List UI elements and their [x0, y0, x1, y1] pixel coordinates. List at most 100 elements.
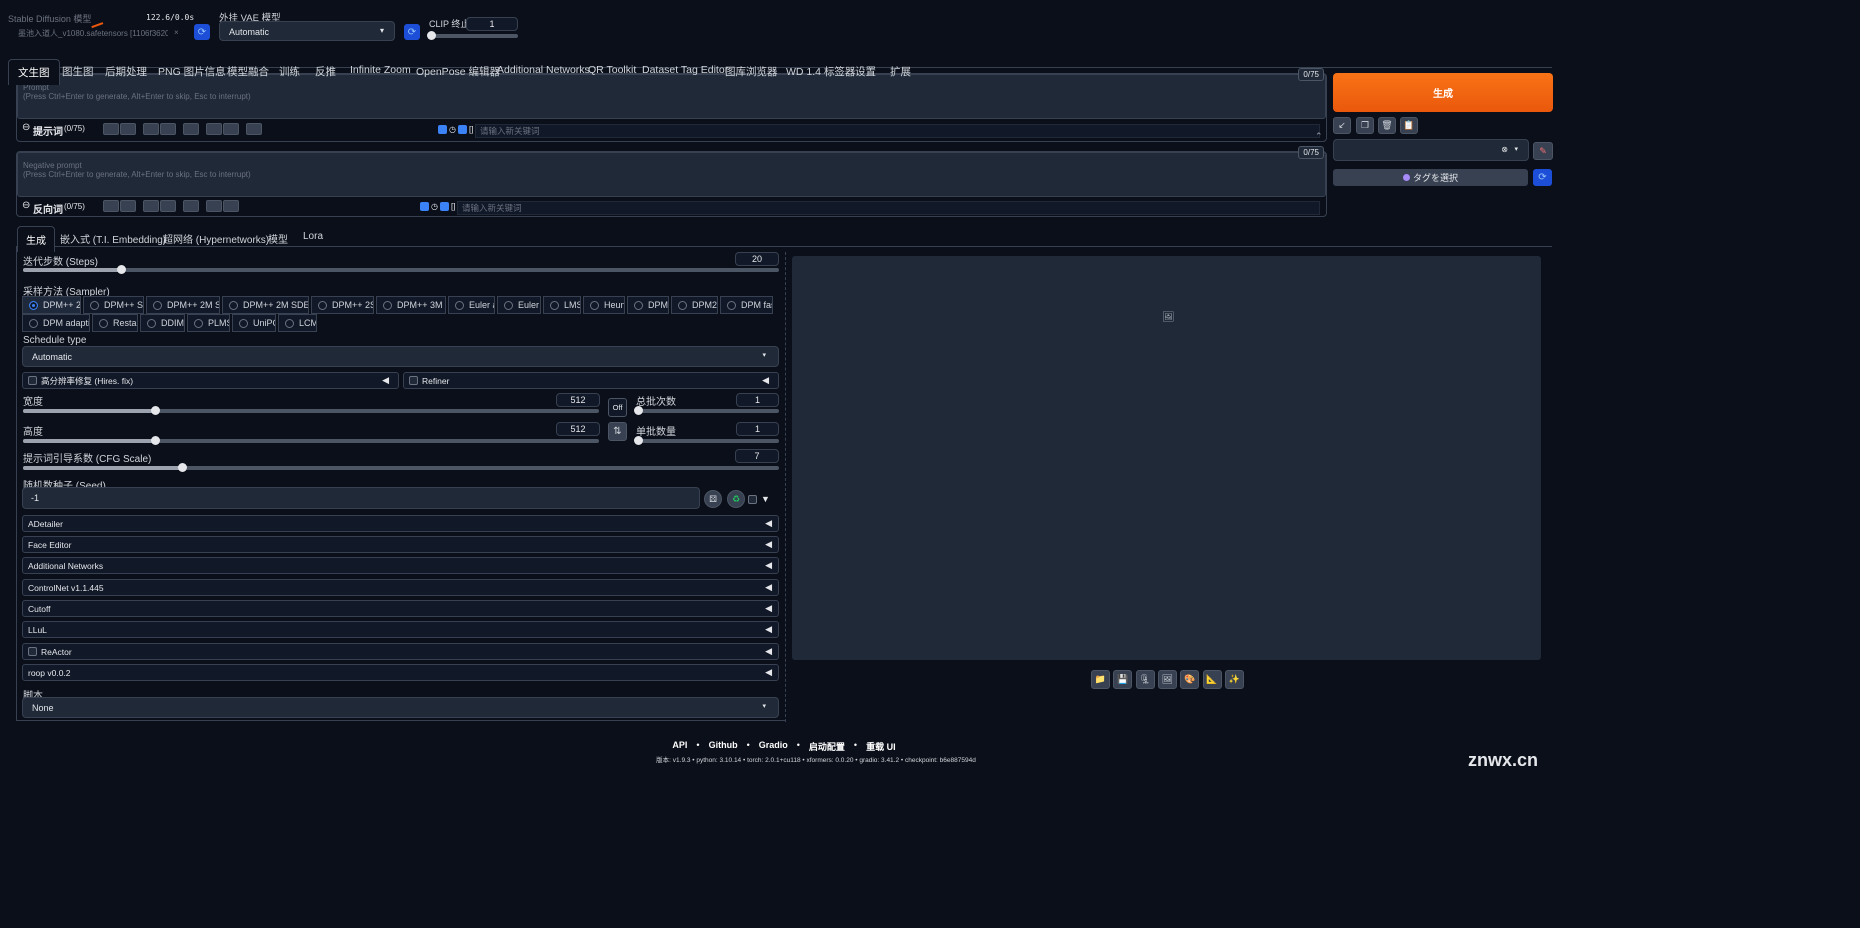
enable-checkbox[interactable] — [438, 125, 447, 134]
generate-button[interactable]: 生成 — [1333, 73, 1553, 112]
hires-checkbox[interactable] — [28, 376, 37, 385]
expand-icon[interactable]: ⌃ — [1315, 131, 1323, 142]
refresh-icon[interactable] — [206, 200, 222, 212]
seed-input[interactable]: -1 — [22, 487, 700, 509]
negative-input[interactable]: Negative prompt (Press Ctrl+Enter to gen… — [17, 152, 1326, 197]
prompt-keyword-input[interactable]: 请输入新关键词 — [475, 124, 1320, 138]
width-slider[interactable] — [23, 406, 599, 415]
sampler-option[interactable]: DPM++ 2M SDE — [146, 296, 220, 314]
height-slider[interactable] — [23, 436, 599, 445]
tab-6[interactable]: 训练 — [279, 64, 300, 79]
img2img-icon[interactable]: 🖼 — [1157, 670, 1177, 689]
prompt-input[interactable]: Prompt (Press Ctrl+Enter to generate, Al… — [17, 74, 1326, 119]
clear-icon[interactable]: ⊗ — [1501, 145, 1508, 154]
sampler-option[interactable]: DPM++ 2S a — [311, 296, 374, 314]
hires-accordion[interactable]: 高分辨率修复 (Hires. fix) ◀ — [22, 372, 399, 389]
swap-off-button[interactable]: Off — [608, 398, 627, 417]
tab-5[interactable]: 模型融合 — [227, 64, 269, 79]
trash-icon[interactable] — [223, 123, 239, 135]
brush-icon[interactable]: ✎ — [1533, 142, 1553, 160]
sampler-option[interactable]: Restart — [92, 314, 138, 332]
script-select[interactable]: None ▾ — [22, 697, 779, 718]
doc-icon[interactable] — [143, 123, 159, 135]
footer-link[interactable]: 启动配置 — [809, 740, 845, 753]
steps-slider[interactable] — [23, 265, 779, 274]
tab-4[interactable]: PNG 图片信息 — [158, 64, 226, 79]
refresh-tags-button[interactable]: ⟳ — [1533, 169, 1552, 186]
inpaint-icon[interactable]: 🎨 — [1180, 670, 1200, 689]
accordion-adetailer[interactable]: ADetailer ◀ — [22, 515, 779, 532]
tab-1[interactable]: 文生图 — [8, 59, 60, 85]
schedule-select[interactable]: Automatic ▾ — [22, 346, 779, 367]
translate-checkbox[interactable] — [439, 202, 449, 211]
subtab-1[interactable]: 生成 — [17, 226, 55, 252]
cfg-slider[interactable] — [23, 463, 779, 472]
doc-icon[interactable] — [143, 200, 159, 212]
vae-select[interactable]: Automatic ▾ — [219, 21, 395, 41]
zip-icon[interactable]: 🗜 — [1135, 670, 1155, 689]
clipboard-icon[interactable]: 📋 — [1400, 117, 1418, 134]
tab-15[interactable]: 设置 — [855, 64, 876, 79]
sampler-option[interactable]: UniPC — [232, 314, 276, 332]
sampler-option[interactable]: DPM++ 2M SDE Heun — [222, 296, 309, 314]
folder-icon[interactable]: 📁 — [1091, 670, 1110, 689]
random-seed-button[interactable]: ⚄ — [704, 490, 722, 508]
sampler-option[interactable]: DPM2 — [627, 296, 669, 314]
clip-input[interactable]: 1 — [466, 17, 518, 31]
accordion-cutoff[interactable]: Cutoff ◀ — [22, 600, 779, 617]
batch-size-input[interactable]: 1 — [736, 422, 779, 436]
steps-input[interactable]: 20 — [735, 252, 779, 266]
accordion-reactor[interactable]: ReActor ◀ — [22, 643, 779, 660]
refresh-icon[interactable] — [206, 123, 222, 135]
accordion-additional-networks[interactable]: Additional Networks ◀ — [22, 557, 779, 574]
width-input[interactable]: 512 — [556, 393, 600, 407]
extra-seed-toggle[interactable]: ▼ — [761, 494, 770, 504]
globe-icon[interactable] — [103, 123, 119, 135]
refiner-accordion[interactable]: Refiner ◀ — [403, 372, 779, 389]
cfg-input[interactable]: 7 — [735, 449, 779, 463]
sampler-option[interactable]: DDIM — [140, 314, 185, 332]
translate-checkbox[interactable] — [457, 125, 467, 134]
refiner-checkbox[interactable] — [409, 376, 418, 385]
tag-select-button[interactable]: タグを選択 — [1333, 169, 1528, 186]
copy-icon[interactable]: ❐ — [1356, 117, 1374, 134]
footer-link[interactable]: 重载 UI — [866, 740, 896, 753]
close-icon[interactable]: × — [174, 28, 179, 37]
subtab-2[interactable]: 嵌入式 (T.I. Embedding) — [60, 231, 166, 246]
batch-size-slider[interactable] — [634, 436, 779, 445]
sampler-option[interactable]: Euler a — [448, 296, 495, 314]
footer-link[interactable]: API — [672, 740, 687, 753]
sampler-option[interactable]: DPM2 a — [671, 296, 718, 314]
sampler-option[interactable]: DPM++ 3M SDE — [376, 296, 446, 314]
collapse-icon[interactable]: ⊖ — [22, 122, 30, 133]
sampler-option[interactable]: DPM fast — [720, 296, 773, 314]
refresh-model-button[interactable]: ⟳ — [194, 24, 210, 40]
batch-count-slider[interactable] — [634, 406, 779, 415]
tab-3[interactable]: 后期处理 — [105, 64, 147, 79]
tab-12[interactable]: Dataset Tag Editor — [642, 64, 728, 76]
footer-link[interactable]: Github — [709, 740, 738, 753]
tab-16[interactable]: 扩展 — [890, 64, 911, 79]
sampler-option[interactable]: DPM++ 2M — [22, 296, 81, 314]
sampler-option[interactable]: DPM++ SDE — [83, 296, 144, 314]
extra-seed-checkbox[interactable] — [748, 495, 757, 507]
tab-14[interactable]: WD 1.4 标签器 — [786, 64, 855, 79]
accordion-roop-v0-0-2[interactable]: roop v0.0.2 ◀ — [22, 664, 779, 681]
image-icon[interactable] — [183, 123, 199, 135]
enable-checkbox[interactable] — [420, 202, 429, 211]
collapse-icon[interactable]: ⊖ — [22, 200, 30, 211]
upload-icon[interactable] — [160, 123, 176, 135]
height-input[interactable]: 512 — [556, 422, 600, 436]
batch-count-input[interactable]: 1 — [736, 393, 779, 407]
upload-icon[interactable] — [160, 200, 176, 212]
reuse-seed-button[interactable]: ♻ — [727, 490, 745, 508]
gear-icon[interactable] — [120, 123, 136, 135]
sampler-option[interactable]: DPM adaptive — [22, 314, 90, 332]
subtab-3[interactable]: 超网络 (Hypernetworks) — [163, 231, 269, 246]
globe-icon[interactable] — [103, 200, 119, 212]
trash-icon[interactable] — [223, 200, 239, 212]
subtab-4[interactable]: 模型 — [268, 231, 288, 246]
settings-icon[interactable] — [246, 123, 262, 135]
tab-13[interactable]: 图库浏览器 — [725, 64, 778, 79]
trash-icon[interactable]: 🗑 — [1378, 117, 1396, 134]
